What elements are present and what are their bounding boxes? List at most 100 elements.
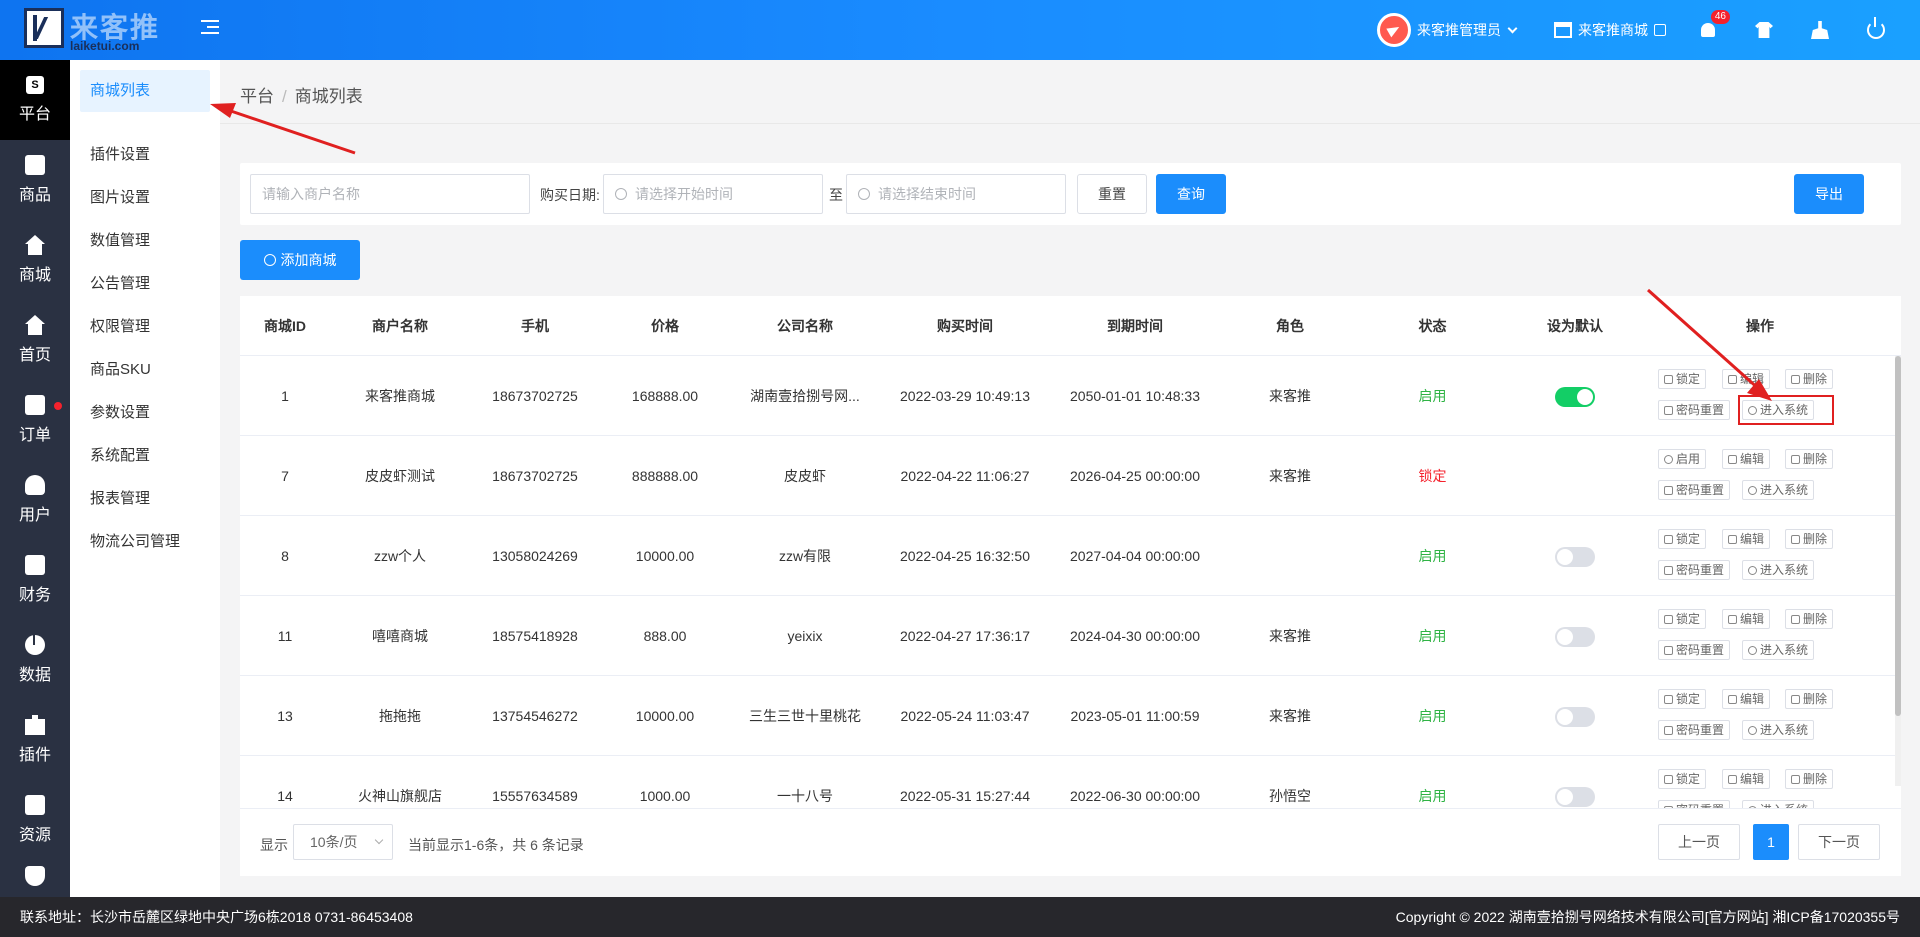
cell-phone: 18575418928: [492, 628, 578, 644]
prev-page-button[interactable]: 上一页: [1658, 824, 1740, 860]
edit-button[interactable]: 编辑: [1722, 689, 1771, 709]
enter-system-button[interactable]: 进入系统: [1742, 720, 1815, 740]
submenu-parameters[interactable]: 参数设置: [80, 392, 210, 434]
cell-status: 启用: [1418, 708, 1447, 724]
cell-expire-time: 2027-04-04 00:00:00: [1070, 548, 1200, 564]
delete-button[interactable]: 删除: [1785, 369, 1834, 389]
enter-system-button[interactable]: 进入系统: [1742, 480, 1815, 500]
lock-icon: [1664, 375, 1673, 384]
logo[interactable]: 来客推 laiketui.com: [24, 6, 164, 56]
lock-button[interactable]: 锁定: [1658, 689, 1707, 709]
nav-plugin[interactable]: 插件: [0, 700, 70, 780]
delete-button[interactable]: 删除: [1785, 609, 1834, 629]
edit-button[interactable]: 编辑: [1722, 369, 1771, 389]
default-toggle[interactable]: [1555, 547, 1595, 567]
lock-button[interactable]: 锁定: [1658, 609, 1707, 629]
lock-button[interactable]: 锁定: [1658, 369, 1707, 389]
menu-collapse-icon[interactable]: [201, 20, 219, 38]
end-date-picker[interactable]: 请选择结束时间: [846, 174, 1066, 214]
table-scrollbar[interactable]: [1895, 356, 1901, 786]
trash-icon: [1791, 535, 1800, 544]
edit-button[interactable]: 编辑: [1722, 609, 1771, 629]
breadcrumb-root[interactable]: 平台: [240, 87, 274, 106]
page-size-select[interactable]: 10条/页: [293, 824, 393, 860]
mall-icon: [25, 235, 45, 255]
page-number-current[interactable]: 1: [1753, 824, 1789, 860]
cell-mall-id: 8: [281, 548, 289, 564]
admin-dropdown[interactable]: 来客推管理员: [1377, 13, 1518, 47]
enter-icon: [1748, 566, 1757, 575]
nav-more[interactable]: [0, 860, 70, 900]
submenu-announcement[interactable]: 公告管理: [80, 263, 210, 305]
reset-password-button[interactable]: 密码重置: [1658, 560, 1731, 580]
lock-button[interactable]: 锁定: [1658, 529, 1707, 549]
delete-button[interactable]: 删除: [1785, 529, 1834, 549]
edit-button[interactable]: 编辑: [1722, 449, 1771, 469]
cell-buy-time: 2022-05-24 11:03:47: [900, 708, 1030, 724]
nav-label: 订单: [18, 427, 51, 444]
submenu-logistics[interactable]: 物流公司管理: [80, 521, 210, 563]
nav-resource[interactable]: 资源: [0, 780, 70, 860]
store-icon: [1554, 22, 1572, 38]
default-toggle[interactable]: [1555, 707, 1595, 727]
action-label: 锁定: [1676, 772, 1701, 786]
nav-product[interactable]: 商品: [0, 140, 70, 220]
delete-button[interactable]: 删除: [1785, 769, 1834, 789]
delete-button[interactable]: 删除: [1785, 689, 1834, 709]
theme-button[interactable]: [1752, 18, 1776, 42]
next-page-button[interactable]: 下一页: [1798, 824, 1880, 860]
logout-button[interactable]: [1864, 17, 1888, 42]
user-icon: [25, 475, 45, 495]
edit-button[interactable]: 编辑: [1722, 769, 1771, 789]
submenu-mall-list[interactable]: 商城列表: [80, 70, 210, 112]
submenu-plugin-settings[interactable]: 插件设置: [80, 134, 210, 176]
cell-price: 1000.00: [639, 788, 691, 804]
shop-link[interactable]: 来客推商城: [1554, 20, 1666, 40]
enable-button[interactable]: 启用: [1658, 449, 1707, 469]
edit-button[interactable]: 编辑: [1722, 529, 1771, 549]
nav-user[interactable]: 用户: [0, 460, 70, 540]
nav-order[interactable]: 订单: [0, 380, 70, 460]
power-icon: [1867, 17, 1885, 39]
scrollbar-thumb[interactable]: [1895, 356, 1901, 716]
nav-home[interactable]: 首页: [0, 300, 70, 380]
default-toggle[interactable]: [1555, 627, 1595, 647]
lock-button[interactable]: 锁定: [1658, 769, 1707, 789]
start-date-picker[interactable]: 请选择开始时间: [603, 174, 823, 214]
delete-button[interactable]: 删除: [1785, 449, 1834, 469]
shirt-icon: [1755, 22, 1773, 38]
add-mall-button[interactable]: 添加商城: [240, 240, 360, 280]
enter-system-button[interactable]: 进入系统: [1742, 640, 1815, 660]
notification-button[interactable]: 46: [1696, 10, 1730, 42]
submenu-product-sku[interactable]: 商品SKU: [80, 349, 210, 391]
action-label: 密码重置: [1676, 723, 1725, 737]
default-toggle[interactable]: [1555, 387, 1595, 407]
reset-password-button[interactable]: 密码重置: [1658, 720, 1731, 740]
submenu-value-management[interactable]: 数值管理: [80, 220, 210, 262]
reset-password-button[interactable]: 密码重置: [1658, 400, 1731, 420]
export-button[interactable]: 导出: [1794, 174, 1864, 214]
submenu-system-config[interactable]: 系统配置: [80, 435, 210, 477]
nav-finance[interactable]: 财务: [0, 540, 70, 620]
query-button[interactable]: 查询: [1156, 174, 1226, 214]
nav-platform[interactable]: S 平台: [0, 60, 70, 140]
merchant-name-input[interactable]: 请输入商户名称: [250, 174, 530, 214]
cell-mall-id: 1: [281, 388, 289, 404]
nav-mall[interactable]: 商城: [0, 220, 70, 300]
default-toggle[interactable]: [1555, 787, 1595, 807]
nav-data[interactable]: 数据: [0, 620, 70, 700]
cell-merchant: 嘻嘻商城: [372, 628, 428, 644]
enter-icon: [1748, 486, 1757, 495]
reset-password-button[interactable]: 密码重置: [1658, 800, 1731, 808]
enter-system-button[interactable]: 进入系统: [1742, 800, 1815, 808]
col-role: 角色: [1276, 318, 1304, 334]
clear-cache-button[interactable]: [1808, 18, 1832, 42]
enter-system-button[interactable]: 进入系统: [1742, 560, 1815, 580]
cell-buy-time: 2022-04-27 17:36:17: [900, 628, 1030, 644]
reset-button[interactable]: 重置: [1077, 174, 1147, 214]
submenu-permissions[interactable]: 权限管理: [80, 306, 210, 348]
submenu-image-settings[interactable]: 图片设置: [80, 177, 210, 219]
reset-password-button[interactable]: 密码重置: [1658, 640, 1731, 660]
submenu-reports[interactable]: 报表管理: [80, 478, 210, 520]
reset-password-button[interactable]: 密码重置: [1658, 480, 1731, 500]
